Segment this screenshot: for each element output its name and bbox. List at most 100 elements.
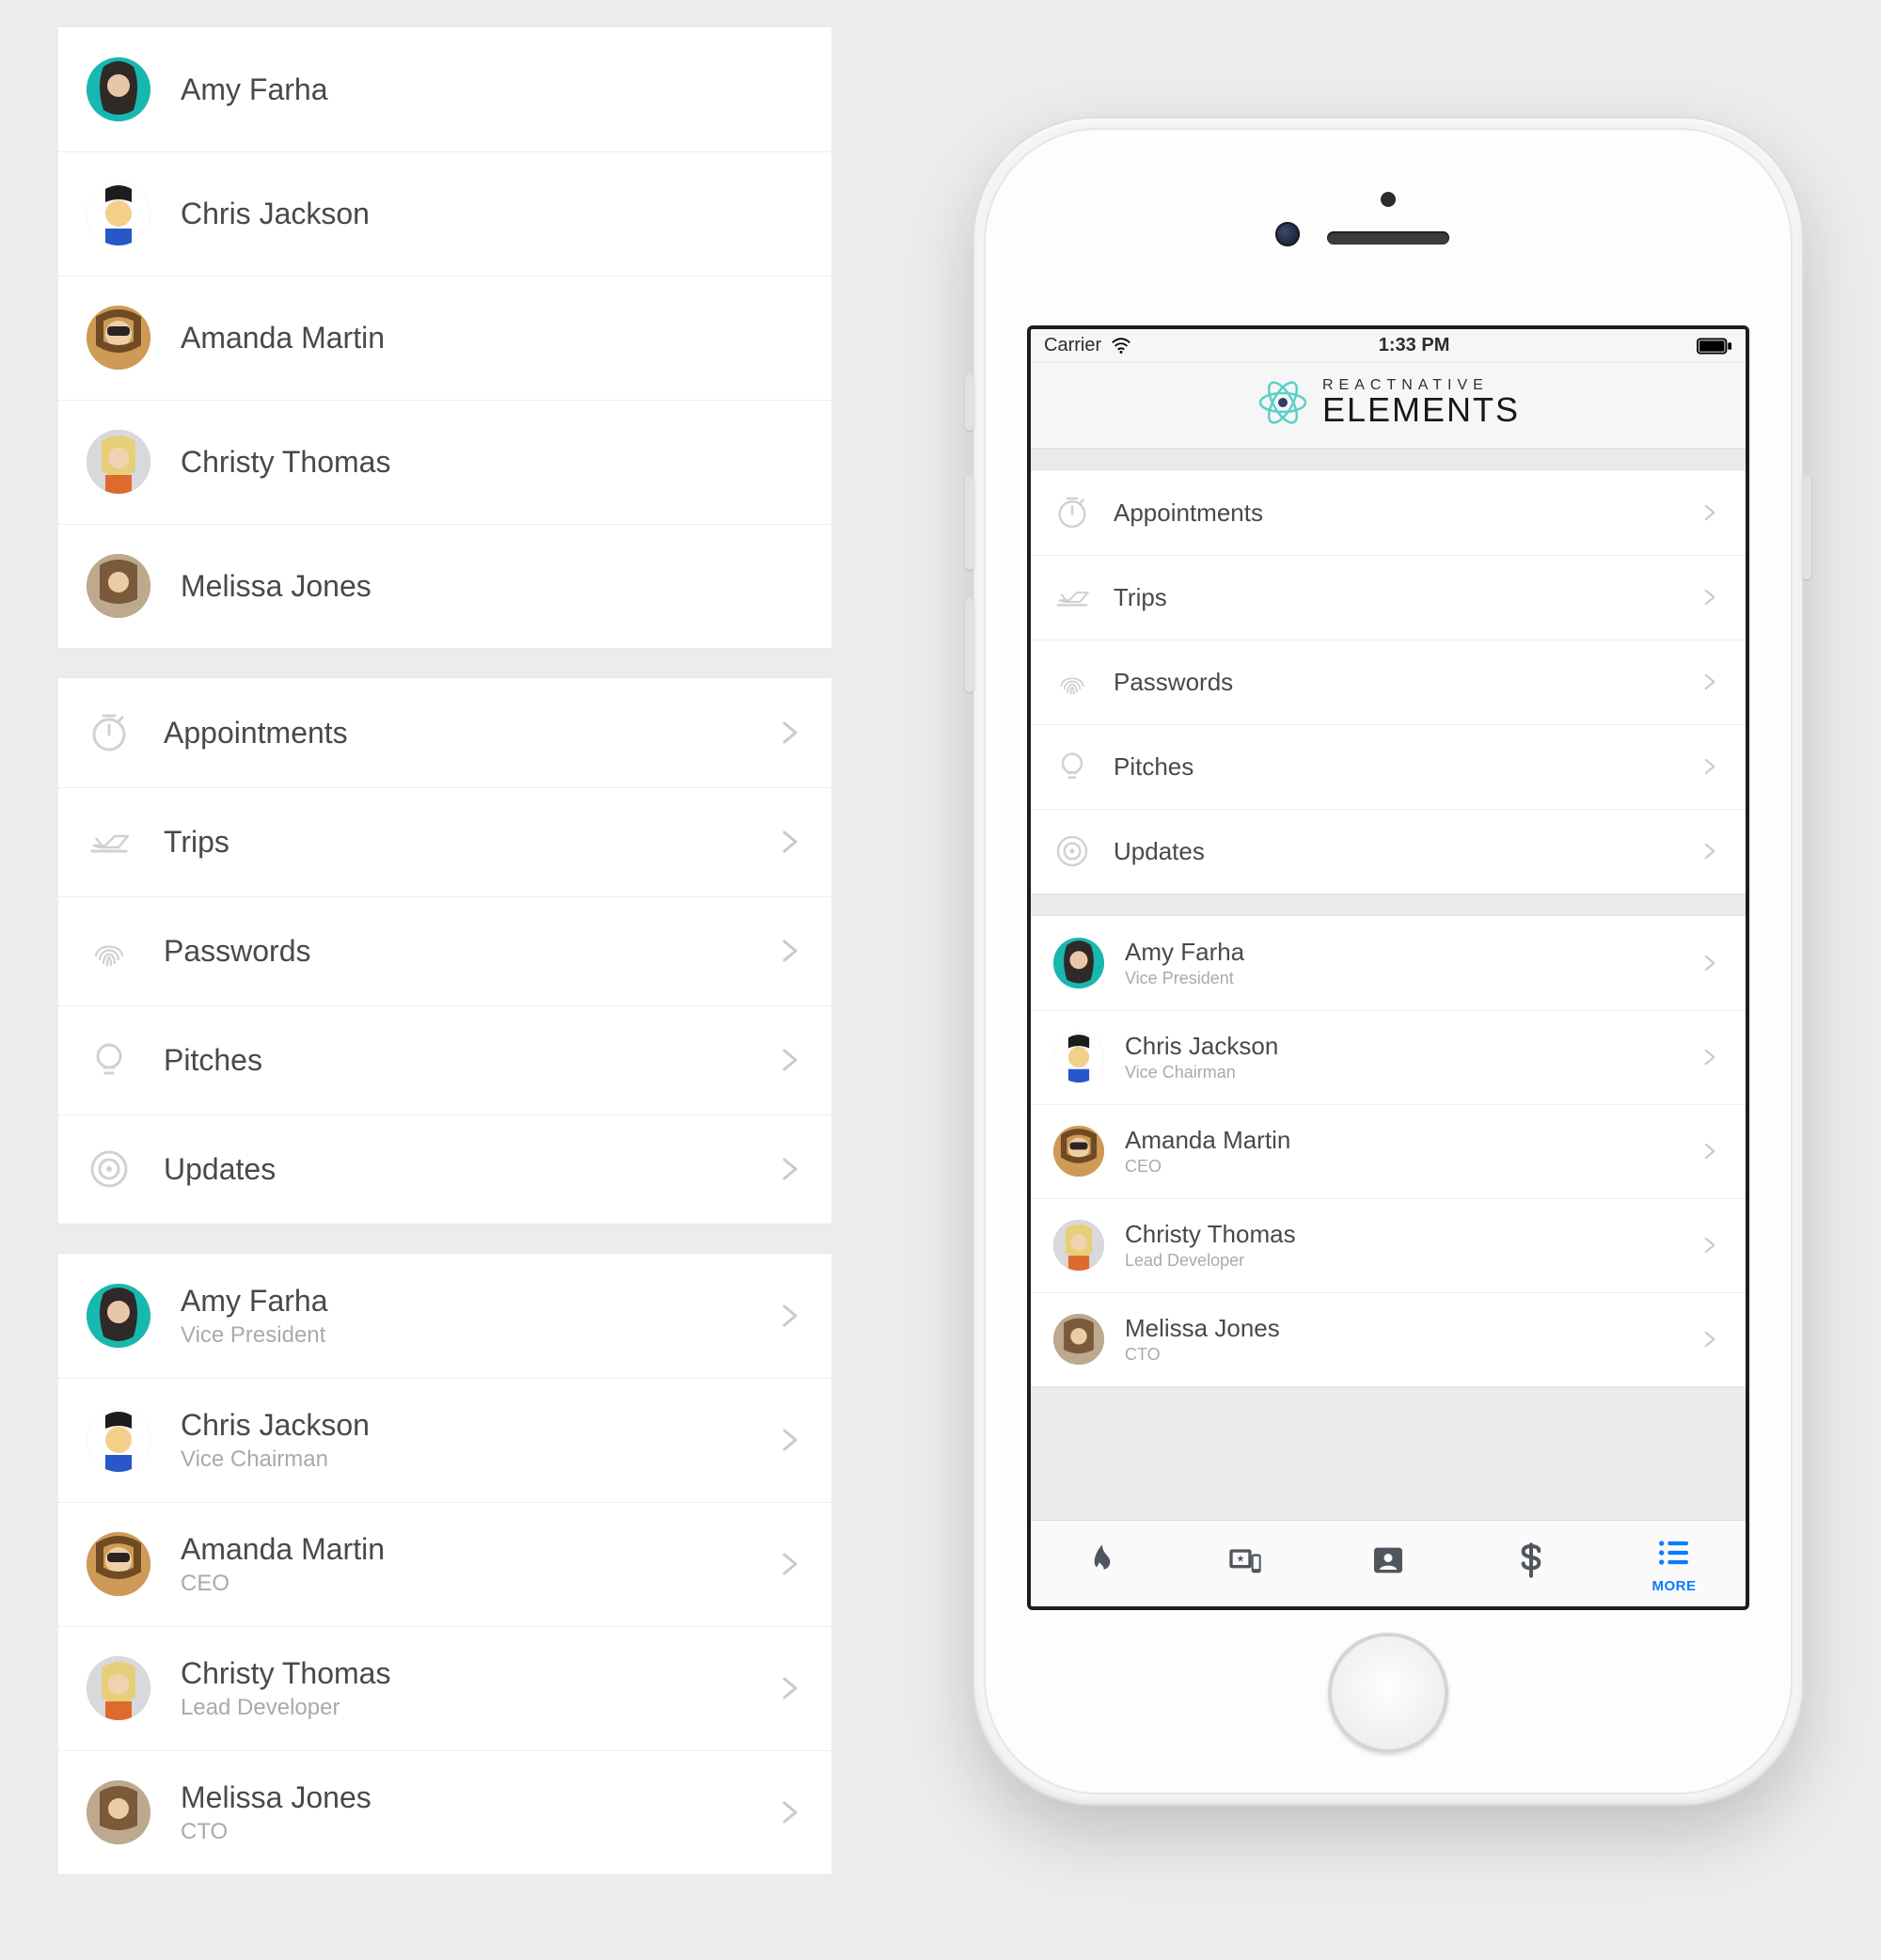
contact-name: Melissa Jones bbox=[1125, 1314, 1280, 1343]
target-icon bbox=[1053, 832, 1091, 870]
category-label: Trips bbox=[164, 825, 229, 860]
chevron-right-icon bbox=[777, 938, 803, 964]
tab-pricing[interactable] bbox=[1460, 1521, 1603, 1606]
phone-categories-list: Appointments Trips Passwords bbox=[1031, 469, 1746, 894]
target-icon bbox=[87, 1146, 132, 1192]
contact-name: Melissa Jones bbox=[181, 569, 371, 604]
list-item-appointments[interactable]: Appointments bbox=[1031, 470, 1746, 555]
chevron-right-icon bbox=[777, 1047, 803, 1073]
tab-contact[interactable] bbox=[1317, 1521, 1460, 1606]
timer-icon bbox=[1053, 494, 1091, 531]
chevron-right-icon bbox=[777, 1303, 803, 1329]
category-label: Updates bbox=[164, 1152, 276, 1187]
carrier-label: Carrier bbox=[1044, 335, 1101, 356]
list-item[interactable]: Amy Farha Vice President bbox=[58, 1254, 831, 1378]
chevron-right-icon bbox=[1697, 503, 1723, 522]
list-item[interactable]: Christy Thomas Lead Developer bbox=[1031, 1198, 1746, 1292]
category-label: Passwords bbox=[1114, 668, 1233, 697]
tab-more[interactable]: MORE bbox=[1603, 1521, 1746, 1606]
plane-icon bbox=[87, 819, 132, 864]
avatar bbox=[1053, 1032, 1104, 1083]
list-item[interactable]: Christy Thomas Lead Developer bbox=[58, 1626, 831, 1750]
volume-down-btn bbox=[965, 598, 974, 692]
fingerprint-icon bbox=[1053, 663, 1091, 701]
bulb-icon bbox=[1053, 748, 1091, 785]
list-item[interactable]: Chris Jackson bbox=[58, 151, 831, 276]
chevron-right-icon bbox=[1697, 672, 1723, 691]
app-header: REACTNATIVE ELEMENTS bbox=[1031, 363, 1746, 449]
devices-icon: ★ bbox=[1226, 1541, 1264, 1582]
list-item[interactable]: Chris Jackson Vice Chairman bbox=[58, 1378, 831, 1502]
contact-name: Amanda Martin bbox=[181, 1532, 385, 1567]
wifi-icon bbox=[1111, 336, 1131, 356]
list-item[interactable]: Christy Thomas bbox=[58, 400, 831, 524]
list-item-pitches[interactable]: Pitches bbox=[58, 1005, 831, 1114]
contact-title: Vice President bbox=[1125, 969, 1244, 988]
chevron-right-icon bbox=[1697, 1142, 1723, 1161]
categories-list: Appointments Trips Passwords Pitches Upd… bbox=[58, 677, 831, 1225]
category-label: Passwords bbox=[164, 934, 311, 969]
chevron-right-icon bbox=[777, 1675, 803, 1701]
contact-title: Vice Chairman bbox=[181, 1446, 370, 1473]
list-item[interactable]: Melissa Jones CTO bbox=[58, 1750, 831, 1874]
list-item-pitches[interactable]: Pitches bbox=[1031, 724, 1746, 809]
front-camera bbox=[1275, 222, 1300, 246]
avatar bbox=[1053, 1220, 1104, 1271]
tab-whatshot[interactable] bbox=[1031, 1521, 1174, 1606]
chevron-right-icon bbox=[777, 1551, 803, 1577]
avatar bbox=[87, 1408, 150, 1472]
tab-devices[interactable]: ★ bbox=[1174, 1521, 1317, 1606]
list-item-updates[interactable]: Updates bbox=[1031, 809, 1746, 893]
avatar bbox=[87, 57, 150, 121]
contact-name: Chris Jackson bbox=[181, 197, 370, 231]
react-logo-icon bbox=[1257, 376, 1309, 429]
list-item[interactable]: Amanda Martin CEO bbox=[58, 1502, 831, 1626]
phone-mockup: Carrier 1:33 PM bbox=[972, 117, 1804, 1806]
contact-title: Lead Developer bbox=[1125, 1251, 1296, 1271]
list-item-passwords[interactable]: Passwords bbox=[58, 896, 831, 1005]
contact-name: Amy Farha bbox=[1125, 938, 1244, 967]
list-item[interactable]: Amanda Martin CEO bbox=[1031, 1104, 1746, 1198]
contact-name: Amy Farha bbox=[181, 72, 327, 107]
list-item[interactable]: Amanda Martin bbox=[58, 276, 831, 400]
chevron-right-icon bbox=[1697, 954, 1723, 972]
list-item[interactable]: Melissa Jones CTO bbox=[1031, 1292, 1746, 1386]
chevron-right-icon bbox=[777, 1799, 803, 1826]
avatar bbox=[87, 182, 150, 245]
status-bar: Carrier 1:33 PM bbox=[1031, 329, 1746, 363]
fingerprint-icon bbox=[87, 928, 132, 973]
list-item-passwords[interactable]: Passwords bbox=[1031, 640, 1746, 724]
list-item-updates[interactable]: Updates bbox=[58, 1114, 831, 1224]
contact-name: Chris Jackson bbox=[1125, 1032, 1278, 1061]
avatar bbox=[1053, 1126, 1104, 1177]
contact-title: Lead Developer bbox=[181, 1695, 390, 1721]
contacts-simple-list: Amy Farha Chris Jackson Amanda Martin Ch… bbox=[58, 26, 831, 649]
chevron-right-icon bbox=[777, 719, 803, 746]
list-item-trips[interactable]: Trips bbox=[58, 787, 831, 896]
list-item[interactable]: Chris Jackson Vice Chairman bbox=[1031, 1010, 1746, 1104]
contact-name: Amanda Martin bbox=[181, 321, 385, 356]
list-item[interactable]: Melissa Jones bbox=[58, 524, 831, 648]
category-label: Trips bbox=[1114, 583, 1167, 612]
list-item-appointments[interactable]: Appointments bbox=[58, 678, 831, 787]
dollar-icon bbox=[1512, 1541, 1550, 1582]
clock-label: 1:33 PM bbox=[1131, 335, 1697, 356]
avatar bbox=[1053, 938, 1104, 988]
category-label: Updates bbox=[1114, 837, 1205, 866]
chevron-right-icon bbox=[1697, 1330, 1723, 1349]
list-item[interactable]: Amy Farha Vice President bbox=[1031, 916, 1746, 1010]
contact-title: Vice President bbox=[181, 1322, 327, 1349]
contact-name: Christy Thomas bbox=[181, 1656, 390, 1691]
list-item-trips[interactable]: Trips bbox=[1031, 555, 1746, 640]
chevron-right-icon bbox=[1697, 842, 1723, 861]
contact-name: Amy Farha bbox=[181, 1284, 327, 1319]
home-button[interactable] bbox=[1328, 1633, 1448, 1753]
avatar bbox=[87, 430, 150, 494]
chevron-right-icon bbox=[1697, 757, 1723, 776]
chevron-right-icon bbox=[777, 1156, 803, 1182]
contact-name: Amanda Martin bbox=[1125, 1126, 1290, 1155]
earpiece-speaker bbox=[1327, 231, 1449, 245]
list-icon bbox=[1655, 1534, 1693, 1574]
list-item[interactable]: Amy Farha bbox=[58, 27, 831, 151]
proximity-sensor bbox=[1381, 192, 1396, 207]
